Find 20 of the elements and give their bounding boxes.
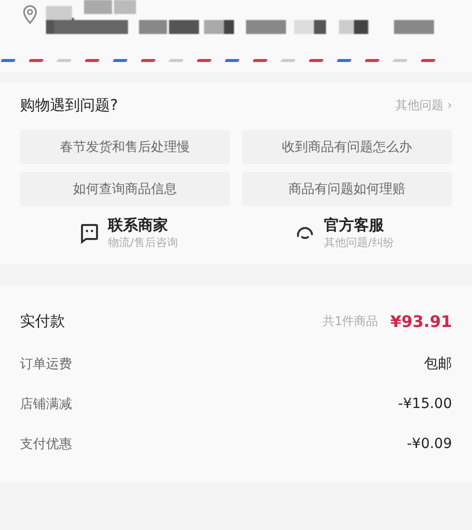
fee-label: 订单运费 [20,356,73,373]
paid-label: 实付款 [20,312,66,330]
section-title: 购物遇到问题? [20,96,118,114]
fee-value: 包邮 [424,355,452,373]
fee-value: -¥15.00 [398,396,452,412]
topic-button[interactable]: 如何查询商品信息 [20,172,230,206]
item-count: 共1件商品 [322,312,378,330]
fee-value: -¥0.09 [406,436,452,452]
contact-subtitle: 物流/售后咨询 [108,235,178,250]
location-pin-icon [22,5,38,25]
contact-name[interactable]: 联系商家 [108,216,178,235]
contact-subtitle: 其他问题/纠纷 [324,235,394,250]
fee-label: 支付优惠 [20,436,73,453]
contact-name[interactable]: 官方客服 [324,216,394,235]
total-price: ¥93.91 [390,312,452,330]
chat-icon[interactable] [78,222,100,244]
topic-button[interactable]: 收到商品有问题怎么办 [242,130,452,164]
fee-label: 店铺满减 [20,396,73,413]
topic-button[interactable]: 春节发货和售后处理慢 [20,130,230,164]
topic-button[interactable]: 商品有问题如何理赔 [242,172,452,206]
